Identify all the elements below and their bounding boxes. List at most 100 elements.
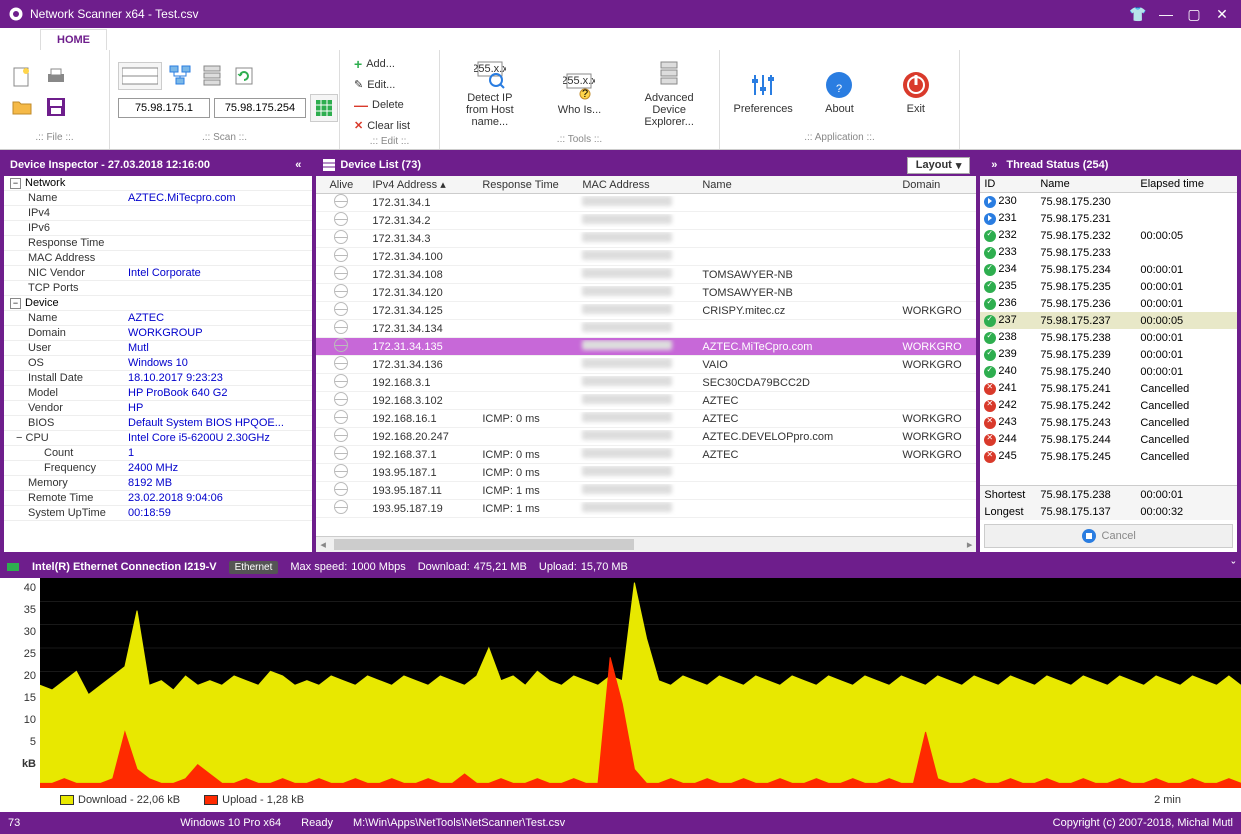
col-thread-id[interactable]: ID: [980, 178, 1036, 190]
thread-row[interactable]: 239 75.98.175.23900:00:01: [980, 346, 1237, 363]
ip-picker-button[interactable]: [310, 94, 338, 122]
ip-from-input[interactable]: [118, 98, 210, 118]
new-file-button[interactable]: [8, 63, 36, 91]
inspector-row[interactable]: IPv6: [4, 221, 312, 236]
inspector-row[interactable]: ModelHP ProBook 640 G2: [4, 386, 312, 401]
thread-row[interactable]: 244 75.98.175.244Cancelled: [980, 431, 1237, 448]
thread-row[interactable]: 241 75.98.175.241Cancelled: [980, 380, 1237, 397]
table-row[interactable]: 192.168.3.102 AZTEC: [316, 392, 976, 410]
inspector-row[interactable]: Install Date18.10.2017 9:23:23: [4, 371, 312, 386]
table-row[interactable]: 193.95.187.19 ICMP: 1 ms: [316, 500, 976, 518]
device-list-rows[interactable]: 172.31.34.1 172.31.34.2 172.31.34.3 172.…: [316, 194, 976, 536]
inspector-group[interactable]: −Device: [4, 296, 312, 311]
thread-row[interactable]: 238 75.98.175.23800:00:01: [980, 329, 1237, 346]
col-elapsed-time[interactable]: Elapsed time: [1136, 178, 1216, 190]
ip-range-icon-button[interactable]: [118, 62, 162, 90]
thread-row[interactable]: 245 75.98.175.245Cancelled: [980, 448, 1237, 465]
thread-row[interactable]: 233 75.98.175.233: [980, 244, 1237, 261]
inspector-body[interactable]: −NetworkNameAZTEC.MiTecpro.comIPv4IPv6Re…: [4, 176, 312, 552]
thread-row[interactable]: 230 75.98.175.230: [980, 193, 1237, 210]
table-row[interactable]: 172.31.34.108 TOMSAWYER-NB: [316, 266, 976, 284]
cancel-button[interactable]: Cancel: [984, 524, 1233, 548]
table-row[interactable]: 172.31.34.2: [316, 212, 976, 230]
print-button[interactable]: [42, 63, 70, 91]
table-row[interactable]: 193.95.187.1 ICMP: 0 ms: [316, 464, 976, 482]
thread-row[interactable]: 232 75.98.175.23200:00:05: [980, 227, 1237, 244]
horizontal-scrollbar[interactable]: ◂▸: [316, 536, 976, 552]
inspector-row[interactable]: NameAZTEC.MiTecpro.com: [4, 191, 312, 206]
inspector-row[interactable]: VendorHP: [4, 401, 312, 416]
col-ip[interactable]: IPv4 Address ▴: [366, 178, 476, 191]
minimize-button[interactable]: —: [1155, 4, 1177, 24]
inspector-row[interactable]: DomainWORKGROUP: [4, 326, 312, 341]
thread-row[interactable]: 243 75.98.175.243Cancelled: [980, 414, 1237, 431]
inspector-row[interactable]: − CPUIntel Core i5-6200U 2.30GHz: [4, 431, 312, 446]
inspector-row[interactable]: NameAZTEC: [4, 311, 312, 326]
tab-home[interactable]: HOME: [40, 29, 107, 50]
chart-collapse-icon[interactable]: ˇ: [1231, 561, 1235, 573]
collapse-right-icon[interactable]: »: [986, 159, 1002, 171]
thread-row[interactable]: 240 75.98.175.24000:00:01: [980, 363, 1237, 380]
table-row[interactable]: 192.168.3.1 SEC30CDA79BCC2D: [316, 374, 976, 392]
advanced-explorer-button[interactable]: Advanced Device Explorer...: [639, 54, 699, 132]
scan-list-button[interactable]: [198, 62, 226, 90]
inspector-row[interactable]: System UpTime00:18:59: [4, 506, 312, 521]
inspector-row[interactable]: UserMutl: [4, 341, 312, 356]
inspector-row[interactable]: Memory8192 MB: [4, 476, 312, 491]
table-row[interactable]: 172.31.34.120 TOMSAWYER-NB: [316, 284, 976, 302]
col-thread-name[interactable]: Name: [1036, 178, 1136, 190]
detect-ip-button[interactable]: 255.x.x Detect IP from Host name...: [460, 54, 520, 132]
thread-row[interactable]: 242 75.98.175.242Cancelled: [980, 397, 1237, 414]
table-row[interactable]: 192.168.16.1 ICMP: 0 ms AZTEC WORKGRO: [316, 410, 976, 428]
scan-network-button[interactable]: [166, 62, 194, 90]
thread-row[interactable]: 234 75.98.175.23400:00:01: [980, 261, 1237, 278]
table-row[interactable]: 192.168.37.1 ICMP: 0 ms AZTEC WORKGRO: [316, 446, 976, 464]
thread-row[interactable]: 231 75.98.175.231: [980, 210, 1237, 227]
shirt-icon[interactable]: 👕: [1127, 4, 1149, 24]
layout-button[interactable]: Layout▾: [907, 157, 971, 174]
table-row[interactable]: 172.31.34.1: [316, 194, 976, 212]
col-mac[interactable]: MAC Address: [576, 179, 696, 191]
table-row[interactable]: 192.168.20.247 AZTEC.DEVELOPpro.com WORK…: [316, 428, 976, 446]
delete-button[interactable]: —Delete: [348, 95, 416, 115]
col-domain[interactable]: Domain: [896, 179, 976, 191]
thread-rows[interactable]: 230 75.98.175.230231 75.98.175.231232 75…: [980, 193, 1237, 485]
table-row[interactable]: 172.31.34.134: [316, 320, 976, 338]
col-name[interactable]: Name: [696, 179, 896, 191]
table-row[interactable]: 172.31.34.3: [316, 230, 976, 248]
inspector-row[interactable]: Remote Time23.02.2018 9:04:06: [4, 491, 312, 506]
close-button[interactable]: ✕: [1211, 4, 1233, 24]
add-button[interactable]: +Add...: [348, 54, 416, 74]
inspector-row[interactable]: OSWindows 10: [4, 356, 312, 371]
inspector-row[interactable]: Frequency2400 MHz: [4, 461, 312, 476]
table-row[interactable]: 193.95.187.11 ICMP: 1 ms: [316, 482, 976, 500]
col-response-time[interactable]: Response Time: [476, 179, 576, 191]
scan-refresh-button[interactable]: [230, 62, 258, 90]
scroll-right-icon[interactable]: ▸: [967, 538, 973, 551]
inspector-row[interactable]: BIOSDefault System BIOS HPQOE...: [4, 416, 312, 431]
collapse-left-icon[interactable]: «: [290, 159, 306, 171]
table-row[interactable]: 172.31.34.136 VAIO WORKGRO: [316, 356, 976, 374]
inspector-row[interactable]: IPv4: [4, 206, 312, 221]
edit-button[interactable]: ✎Edit...: [348, 76, 416, 93]
inspector-row[interactable]: Response Time: [4, 236, 312, 251]
col-alive[interactable]: Alive: [316, 179, 366, 191]
inspector-row[interactable]: MAC Address: [4, 251, 312, 266]
exit-button[interactable]: Exit: [886, 65, 946, 119]
table-row[interactable]: 172.31.34.135 AZTEC.MiTeCpro.com WORKGRO: [316, 338, 976, 356]
table-row[interactable]: 172.31.34.125 CRISPY.mitec.cz WORKGRO: [316, 302, 976, 320]
about-button[interactable]: ? About: [809, 65, 869, 119]
clear-list-button[interactable]: ✕Clear list: [348, 117, 416, 134]
thread-row[interactable]: 235 75.98.175.23500:00:01: [980, 278, 1237, 295]
thread-columns[interactable]: ID Name Elapsed time: [980, 176, 1237, 193]
ip-to-input[interactable]: [214, 98, 306, 118]
maximize-button[interactable]: ▢: [1183, 4, 1205, 24]
thread-row[interactable]: 237 75.98.175.23700:00:05: [980, 312, 1237, 329]
inspector-group[interactable]: −Network: [4, 176, 312, 191]
inspector-row[interactable]: TCP Ports: [4, 281, 312, 296]
preferences-button[interactable]: Preferences: [733, 65, 793, 119]
inspector-row[interactable]: Count1: [4, 446, 312, 461]
table-row[interactable]: 172.31.34.100: [316, 248, 976, 266]
open-file-button[interactable]: [8, 93, 36, 121]
scroll-left-icon[interactable]: ◂: [320, 538, 326, 551]
